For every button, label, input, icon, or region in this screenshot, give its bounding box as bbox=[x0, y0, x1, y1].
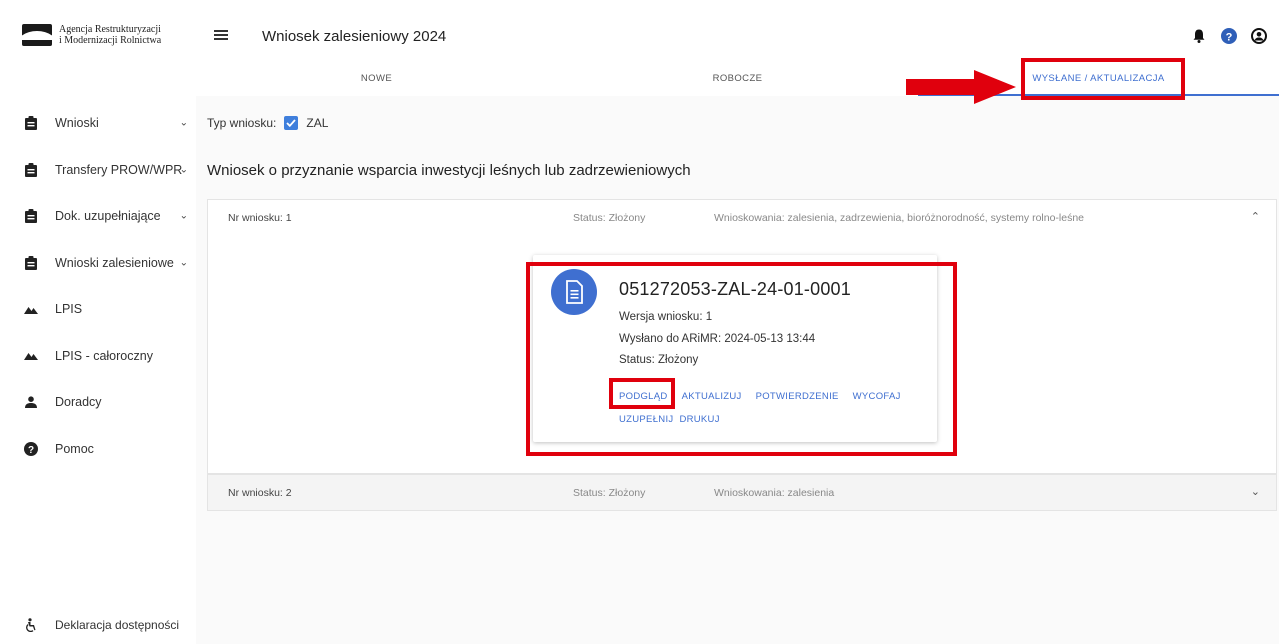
sidebar-item-wnioski[interactable]: Wnioski ⌄ bbox=[0, 100, 196, 147]
red-arrow-annotation bbox=[906, 70, 1016, 104]
sidebar-item-label: LPIS bbox=[55, 302, 83, 317]
application-panel-header[interactable]: Nr wniosku: 1 Status: Złożony Wnioskowan… bbox=[208, 200, 1276, 236]
accessibility-icon bbox=[24, 618, 38, 632]
sidebar-item-pomoc[interactable]: ? Pomoc bbox=[0, 426, 196, 473]
highlight-card-box bbox=[526, 262, 957, 456]
application-panel: Nr wniosku: 2 Status: Złożony Wnioskowan… bbox=[207, 474, 1277, 511]
terrain-icon bbox=[24, 302, 38, 316]
logo-line-2: i Modernizacji Rolnictwa bbox=[59, 35, 162, 46]
chevron-down-icon: ⌄ bbox=[179, 117, 188, 129]
sidebar-item-label: Doradcy bbox=[55, 395, 102, 410]
accessibility-declaration-link[interactable]: Deklaracja dostępności bbox=[24, 618, 179, 632]
arimr-logo[interactable]: Agencja Restrukturyzacji i Modernizacji … bbox=[22, 24, 161, 46]
sidebar-item-label: Dok. uzupełniające bbox=[55, 209, 161, 224]
section-title: Wniosek o przyznanie wsparcia inwestycji… bbox=[207, 162, 691, 179]
footer-link-label: Deklaracja dostępności bbox=[55, 618, 180, 632]
application-status: Status: Złożony bbox=[573, 487, 646, 499]
person-icon bbox=[24, 395, 38, 409]
svg-text:?: ? bbox=[1226, 31, 1233, 43]
chevron-down-icon: ⌄ bbox=[179, 257, 188, 269]
application-status: Status: Złożony bbox=[573, 212, 646, 224]
application-number: Nr wniosku: 2 bbox=[228, 487, 292, 499]
chevron-up-icon[interactable]: ⌃ bbox=[1251, 210, 1260, 223]
type-filter-value: ZAL bbox=[306, 116, 329, 130]
sidebar-item-dok-uzupelniajace[interactable]: Dok. uzupełniające ⌄ bbox=[0, 193, 196, 240]
logo-line-1: Agencja Restrukturyzacji bbox=[59, 24, 161, 35]
clipboard-icon bbox=[24, 116, 38, 131]
clipboard-icon bbox=[24, 255, 38, 270]
tab-robocze[interactable]: ROBOCZE bbox=[557, 60, 918, 96]
chevron-down-icon: ⌄ bbox=[179, 210, 188, 222]
menu-icon[interactable] bbox=[214, 30, 228, 40]
page-title: Wniosek zalesieniowy 2024 bbox=[262, 28, 447, 45]
sidebar-item-lpis-caloroczny[interactable]: LPIS - całoroczny bbox=[0, 333, 196, 380]
application-number: Nr wniosku: 1 bbox=[228, 212, 292, 224]
type-filter-label: Typ wniosku: bbox=[207, 116, 277, 130]
sidebar-item-label: LPIS - całoroczny bbox=[55, 348, 153, 363]
svg-text:?: ? bbox=[28, 445, 34, 456]
account-icon[interactable] bbox=[1251, 28, 1267, 44]
sidebar-item-doradcy[interactable]: Doradcy bbox=[0, 379, 196, 426]
sidebar-item-label: Pomoc bbox=[55, 441, 94, 456]
sidebar-nav: Wnioski ⌄ Transfery PROW/WPR ⌄ Dok. uzup… bbox=[0, 100, 196, 472]
application-requests: Wnioskowania: zalesienia, zadrzewienia, … bbox=[714, 212, 1085, 224]
sidebar: Agencja Restrukturyzacji i Modernizacji … bbox=[0, 0, 196, 644]
sidebar-item-label: Wnioski zalesieniowe bbox=[55, 255, 174, 270]
help-icon: ? bbox=[24, 441, 38, 456]
chevron-down-icon: ⌄ bbox=[179, 164, 188, 176]
zal-checkbox[interactable] bbox=[284, 116, 299, 130]
check-icon bbox=[286, 119, 297, 127]
logo-text: Agencja Restrukturyzacji i Modernizacji … bbox=[59, 24, 161, 46]
highlight-podglad-box bbox=[609, 378, 675, 409]
terrain-icon bbox=[24, 349, 38, 363]
sidebar-item-lpis[interactable]: LPIS bbox=[0, 286, 196, 333]
help-circle-icon[interactable]: ? bbox=[1221, 28, 1237, 44]
application-requests: Wnioskowania: zalesienia bbox=[714, 487, 835, 499]
clipboard-icon bbox=[24, 162, 38, 177]
tab-nowe[interactable]: NOWE bbox=[196, 60, 557, 96]
sidebar-item-label: Wnioski bbox=[55, 116, 99, 131]
sidebar-item-label: Transfery PROW/WPR bbox=[55, 162, 183, 177]
sidebar-item-transfery[interactable]: Transfery PROW/WPR ⌄ bbox=[0, 147, 196, 194]
clipboard-icon bbox=[24, 209, 38, 224]
arimr-logo-icon bbox=[22, 24, 52, 46]
application-panel-header[interactable]: Nr wniosku: 2 Status: Złożony Wnioskowan… bbox=[208, 475, 1276, 511]
sidebar-item-wnioski-zalesieniowe[interactable]: Wnioski zalesieniowe ⌄ bbox=[0, 240, 196, 287]
bell-icon[interactable] bbox=[1191, 28, 1207, 44]
chevron-down-icon[interactable]: ⌄ bbox=[1251, 485, 1260, 498]
header-actions: ? bbox=[1191, 28, 1267, 44]
highlight-tab-box bbox=[1021, 58, 1185, 100]
type-filter: Typ wniosku: ZAL bbox=[207, 116, 328, 130]
